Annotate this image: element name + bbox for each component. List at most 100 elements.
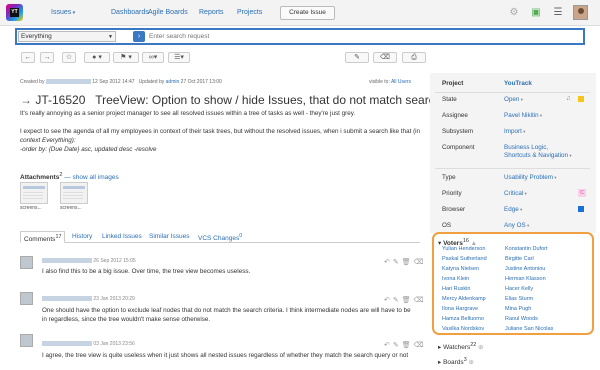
star-icon[interactable]: ☆ (62, 52, 76, 63)
voter-link[interactable]: Hacer Kelly (505, 286, 533, 292)
watchers-label: Watchers (443, 344, 471, 352)
tab-vcs-changes[interactable]: VCS Changes0 (198, 233, 242, 242)
attachments-label: Attachments (20, 174, 60, 182)
link-action-icon[interactable]: ∞▾ (142, 52, 164, 63)
search-go-icon[interactable]: › (133, 31, 145, 42)
voter-link[interactable]: Paskal Sutherland (442, 256, 487, 262)
user-avatar[interactable] (573, 5, 588, 20)
add-board-icon[interactable]: ⊕ (469, 359, 474, 366)
voter-link[interactable]: Ivona Klein (442, 276, 469, 282)
voter-link[interactable]: Katyna Nielsen (442, 266, 479, 272)
help-icon[interactable]: ☰ (552, 7, 564, 19)
settings-gear-icon[interactable]: ⚙ (508, 7, 520, 19)
voter-link[interactable]: Mercy Aldenkamp (442, 296, 486, 302)
voter-link[interactable]: Mina Pugh (505, 306, 531, 312)
field-value-assignee[interactable]: Pavel Nikitin (504, 112, 542, 119)
commenter-name-redacted (42, 341, 92, 347)
boards-header[interactable]: ▸ Boards3 ⊕ (438, 357, 474, 366)
created-label: Created by (20, 79, 45, 85)
arrow-right-icon[interactable]: → (20, 93, 32, 107)
tab-comments[interactable]: Comments17 (20, 231, 66, 243)
issue-summary: TreeView: Option to show / hide Issues, … (95, 93, 481, 107)
more-action-icon[interactable]: ☰▾ (168, 52, 190, 63)
watchers-header[interactable]: ▸ Watchers22 ⊕ (438, 342, 484, 351)
search-context-select[interactable]: Everything ▼ (18, 31, 116, 42)
created-date: 12 Sep 2012 14:47 (92, 79, 135, 85)
tag-action-icon[interactable]: ⚑ ▾ (113, 52, 139, 63)
edit-pencil-icon[interactable]: ✎ (345, 52, 369, 63)
priority-badge: C (578, 189, 586, 197)
description-line: context Everything): (20, 137, 76, 144)
delete-trash-icon[interactable]: ⌫ (373, 52, 397, 63)
voter-link[interactable]: Elias Sturm (505, 296, 533, 302)
nav-agile-boards[interactable]: Agile Boards (148, 9, 188, 16)
issue-tabs: Comments17 History Linked Issues Similar… (20, 231, 420, 243)
updated-by-link[interactable]: admin (166, 79, 180, 85)
add-watcher-icon[interactable]: ⊕ (478, 344, 483, 351)
voter-link[interactable]: Vasilka Nordskov (442, 326, 484, 332)
back-button[interactable]: ← (21, 52, 35, 63)
field-value-browser[interactable]: Edge (504, 206, 522, 213)
show-all-images-link[interactable]: — show all images (64, 174, 119, 181)
tab-count: 0 (239, 233, 243, 239)
divider (435, 168, 590, 169)
voter-link[interactable]: Yulian Henderson (442, 246, 485, 252)
user-action-icon[interactable]: ● ▾ (84, 52, 110, 63)
voter-link[interactable]: Ilona Hargrave (442, 306, 478, 312)
comment-text: I also find this to be a big issue. Over… (42, 268, 251, 275)
comment-date: 26 Sep 2012 15:05 (93, 258, 136, 264)
tab-similar-issues[interactable]: Similar Issues (149, 233, 189, 240)
field-value-project[interactable]: YouTrack (504, 80, 532, 87)
attachment-thumbnail[interactable] (60, 182, 88, 204)
search-input[interactable] (149, 31, 579, 42)
commenter-avatar (20, 256, 33, 269)
tab-linked-issues[interactable]: Linked Issues (102, 233, 142, 240)
attachment-filename[interactable]: screens... (60, 205, 82, 211)
comment-actions[interactable]: ↶✎🗑⌫ (384, 258, 427, 266)
comment-actions[interactable]: ↶✎🗑⌫ (384, 341, 427, 349)
voter-link[interactable]: Raoul Woods (505, 316, 538, 322)
attachment-filename[interactable]: screens... (20, 205, 42, 211)
nav-projects[interactable]: Projects (237, 9, 262, 16)
nav-reports[interactable]: Reports (199, 9, 224, 16)
commenter-avatar (20, 292, 33, 305)
top-navigation-bar: YT Issues Dashboards Agile Boards Report… (0, 0, 600, 26)
create-issue-button[interactable]: Create Issue (280, 6, 335, 20)
field-value-priority[interactable]: Critical (504, 190, 527, 197)
field-value-state[interactable]: Open (504, 96, 523, 103)
field-label-state: State (442, 96, 457, 103)
comment-text: One should have the option to exclude le… (42, 307, 411, 314)
field-label-subsystem: Subsystem (442, 128, 474, 135)
visibility-link[interactable]: All Users (391, 79, 411, 85)
field-value-component[interactable]: Business Logic, (504, 144, 548, 151)
voter-link[interactable]: Konstantin Dufort (505, 246, 548, 252)
comment-actions[interactable]: ↶✎🗑⌫ (384, 296, 427, 304)
field-label-project: Project (442, 80, 464, 87)
commenter-name-redacted (42, 258, 92, 264)
forward-button[interactable]: → (40, 52, 54, 63)
youtrack-logo[interactable]: YT (6, 4, 23, 21)
print-icon[interactable]: ⎙ (402, 52, 426, 63)
nav-dashboards[interactable]: Dashboards (111, 9, 149, 16)
voter-link[interactable]: Birgitte Carl (505, 256, 534, 262)
voter-link[interactable]: Justine Antoniou (505, 266, 545, 272)
visible-label: visible to: (369, 79, 390, 85)
attachment-thumbnail[interactable] (20, 182, 48, 204)
field-value-component[interactable]: Shortcuts & Navigation (504, 152, 572, 159)
comment-date: 03 Jan 2013 23:56 (93, 341, 135, 347)
field-value-subsystem[interactable]: Import (504, 128, 525, 135)
comment-text: I agree, the tree view is quite useless … (42, 352, 409, 359)
voter-link[interactable]: Hari Ruskin (442, 286, 470, 292)
voter-link[interactable]: Herman Klasson (505, 276, 546, 282)
voter-link[interactable]: Juliane San Nicolas (505, 326, 553, 332)
search-bar: Everything ▼ › (15, 28, 585, 45)
field-value-os[interactable]: Any OS (504, 222, 529, 229)
gift-icon[interactable]: ▣ (530, 7, 542, 19)
field-value-type[interactable]: Usability Problem (504, 174, 557, 181)
updated-label: Updated by (138, 79, 165, 85)
nav-issues[interactable]: Issues (51, 9, 75, 16)
voter-link[interactable]: Hamza Belluomo (442, 316, 484, 322)
tab-history[interactable]: History (72, 233, 92, 240)
description-line: It's really annoying as a senior project… (20, 110, 356, 117)
comment-date: 23 Jan 2013 20:29 (93, 296, 135, 302)
